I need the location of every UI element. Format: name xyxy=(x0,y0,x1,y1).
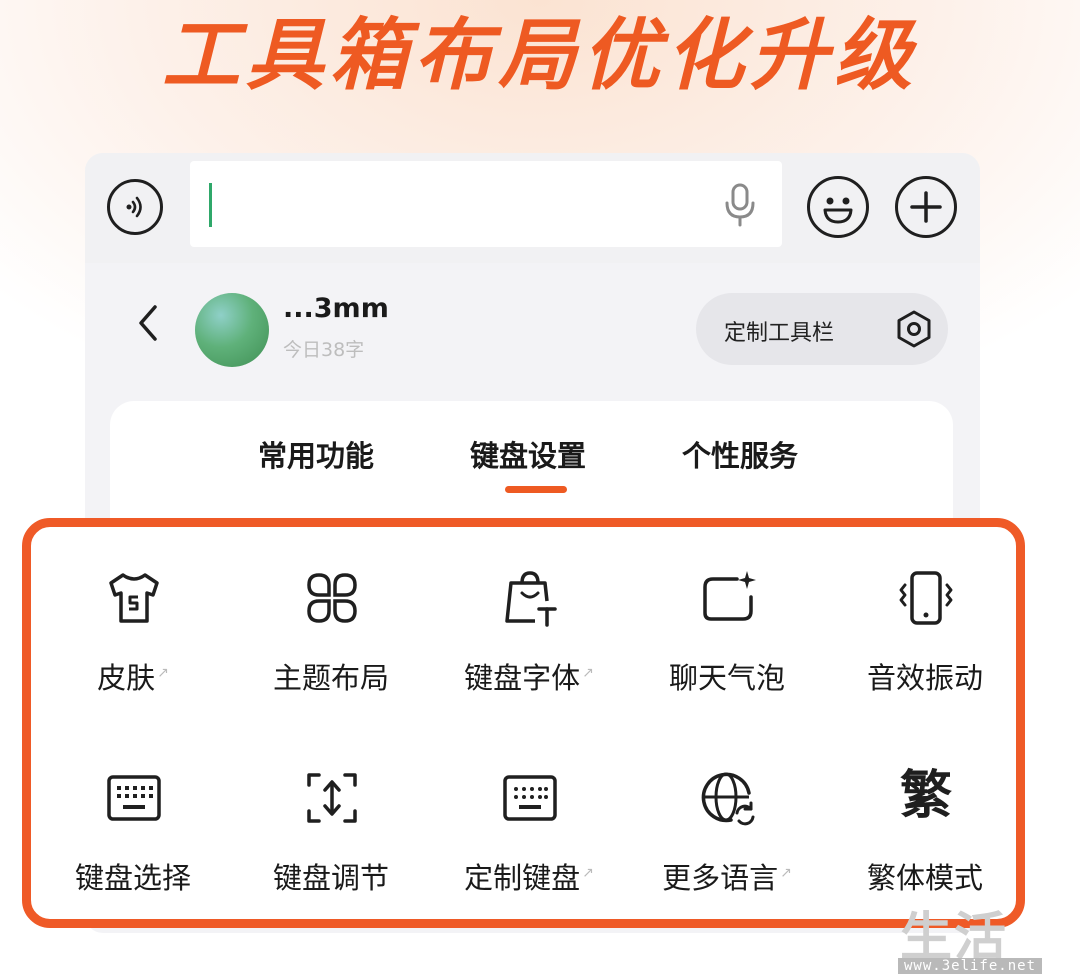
grid-item-keyboard-font[interactable]: 键盘字体 ↗ xyxy=(429,555,629,715)
hexagon-settings-icon xyxy=(897,310,931,348)
external-link-icon: ↗ xyxy=(780,865,792,882)
grid-label: 键盘字体 xyxy=(464,661,581,695)
customize-toolbar-button[interactable]: 定制工具栏 xyxy=(696,293,948,365)
external-link-icon: ↗ xyxy=(157,665,169,682)
grid-label: 更多语言 xyxy=(662,861,779,895)
grid-label: 键盘调节 xyxy=(272,861,389,895)
back-arrow-icon[interactable] xyxy=(133,301,163,345)
grid-item-keyboard-select[interactable]: 键盘选择 xyxy=(33,755,233,915)
keyboard-dots-icon xyxy=(503,775,557,821)
text-cursor xyxy=(209,183,212,227)
tab-personal-services[interactable]: 个性服务 xyxy=(682,433,798,475)
active-tab-indicator xyxy=(505,486,567,493)
plus-icon xyxy=(910,191,942,223)
vibrating-phone-icon xyxy=(899,571,953,625)
grid-item-traditional-mode[interactable]: 繁 繁体模式 xyxy=(825,755,1025,915)
grid-item-more-languages[interactable]: 更多语言 ↗ xyxy=(627,755,827,915)
smiley-icon xyxy=(823,197,853,224)
grid-label: 键盘选择 xyxy=(74,861,191,895)
add-button[interactable] xyxy=(895,176,957,238)
four-petal-grid-icon xyxy=(307,573,357,623)
user-name: ...3mm xyxy=(283,293,389,324)
traditional-char-icon: 繁 xyxy=(899,766,952,826)
grid-item-chat-bubble[interactable]: 聊天气泡 xyxy=(627,555,827,715)
toolbox-header: ...3mm 今日38字 定制工具栏 xyxy=(85,263,980,373)
grid-label: 繁体模式 xyxy=(866,861,983,895)
avatar[interactable] xyxy=(195,293,269,367)
voice-toggle-button[interactable] xyxy=(107,179,163,235)
keyboard-icon xyxy=(107,775,161,821)
keyboard-settings-grid: 皮肤 ↗ 主题布局 键盘字体 ↗ 聊天气泡 音效振动 键盘选择 键盘调节 定制键… xyxy=(22,518,1025,928)
sound-wave-icon xyxy=(126,196,142,218)
external-link-icon: ↗ xyxy=(582,665,594,682)
text-input[interactable] xyxy=(190,161,782,247)
tshirt-icon xyxy=(109,573,159,623)
grid-item-sound-vibration[interactable]: 音效振动 xyxy=(825,555,1025,715)
grid-item-theme-layout[interactable]: 主题布局 xyxy=(231,555,431,715)
resize-vertical-icon xyxy=(307,773,357,823)
grid-label: 聊天气泡 xyxy=(668,661,785,695)
grid-label: 主题布局 xyxy=(272,661,389,695)
grid-item-skin[interactable]: 皮肤 ↗ xyxy=(33,555,233,715)
daily-word-count: 今日38字 xyxy=(283,339,365,361)
globe-icon xyxy=(701,772,755,826)
sparkle-bubble-icon xyxy=(703,571,756,621)
emoji-button[interactable] xyxy=(807,176,869,238)
grid-item-keyboard-adjust[interactable]: 键盘调节 xyxy=(231,755,431,915)
microphone-icon[interactable] xyxy=(722,181,758,229)
grid-label: 皮肤 xyxy=(97,661,156,695)
grid-item-custom-keyboard[interactable]: 定制键盘 ↗ xyxy=(429,755,629,915)
tab-common-functions[interactable]: 常用功能 xyxy=(258,433,374,475)
grid-label: 定制键盘 xyxy=(464,861,581,895)
watermark-url: www.3elife.net xyxy=(898,958,1043,974)
shopping-bag-text-icon xyxy=(505,571,557,627)
grid-label: 音效振动 xyxy=(866,661,983,695)
input-bar xyxy=(85,153,980,263)
tab-keyboard-settings[interactable]: 键盘设置 xyxy=(470,433,586,475)
external-link-icon: ↗ xyxy=(582,865,594,882)
banner-title: 工具箱布局优化升级 xyxy=(161,11,918,101)
customize-toolbar-label: 定制工具栏 xyxy=(724,321,835,346)
